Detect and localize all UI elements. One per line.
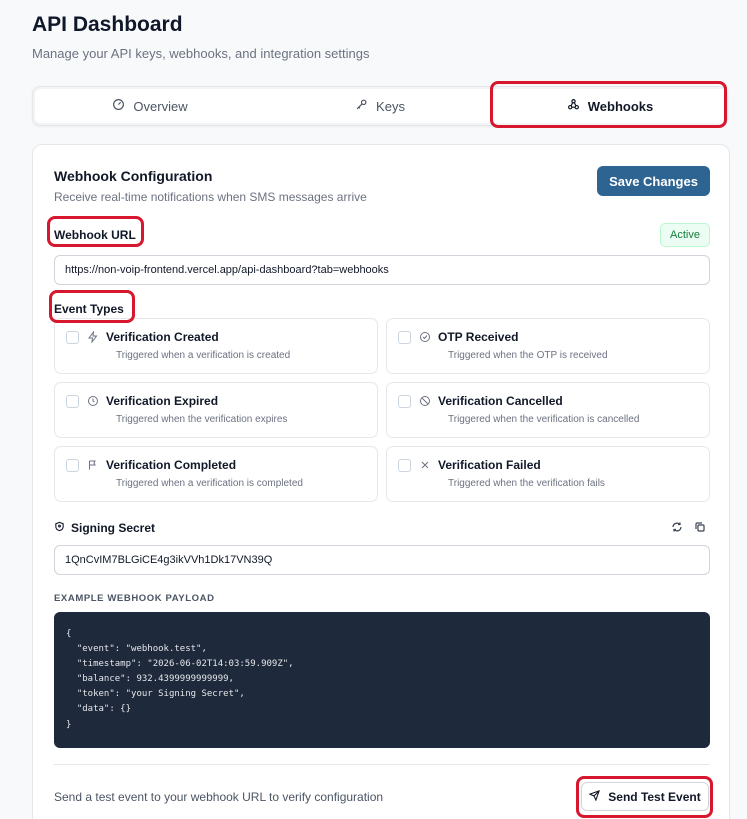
event-checkbox[interactable] xyxy=(398,459,411,472)
event-checkbox[interactable] xyxy=(66,459,79,472)
x-icon xyxy=(419,459,431,471)
card-title: Webhook Configuration xyxy=(54,168,213,184)
tab-overview-label: Overview xyxy=(133,98,188,114)
event-description: Triggered when a verification is complet… xyxy=(116,478,303,489)
event-description: Triggered when the verification is cance… xyxy=(448,414,640,425)
tab-webhooks[interactable]: Webhooks xyxy=(495,89,725,123)
payload-code-block: { "event": "webhook.test", "timestamp": … xyxy=(54,612,710,748)
save-changes-button[interactable]: Save Changes xyxy=(597,166,710,196)
signing-secret-input[interactable]: 1QnCvIM7BLGiCE4g3ikVVh1Dk17VN39Q xyxy=(54,545,710,575)
divider xyxy=(54,764,710,765)
flag-icon xyxy=(87,459,99,471)
clock-icon xyxy=(87,395,99,407)
webhook-config-card: Webhook Configuration Receive real-time … xyxy=(32,144,730,819)
event-name: OTP Received xyxy=(438,330,519,344)
event-verification-failed[interactable]: Verification Failed Triggered when the v… xyxy=(386,446,710,502)
tab-keys[interactable]: Keys xyxy=(265,89,495,123)
send-icon xyxy=(588,789,601,804)
event-types-label: Event Types xyxy=(54,302,124,316)
event-verification-completed[interactable]: Verification Completed Triggered when a … xyxy=(54,446,378,502)
copy-icon[interactable] xyxy=(694,521,708,535)
page-title: API Dashboard xyxy=(32,13,183,36)
event-types-grid: Verification Created Triggered when a ve… xyxy=(54,318,710,502)
page-subtitle: Manage your API keys, webhooks, and inte… xyxy=(32,46,370,61)
send-test-event-label: Send Test Event xyxy=(608,789,701,804)
webhook-url-label: Webhook URL xyxy=(54,228,136,242)
key-icon xyxy=(355,98,368,114)
payload-label: EXAMPLE WEBHOOK PAYLOAD xyxy=(54,593,215,604)
webhook-icon xyxy=(567,98,580,114)
ban-icon xyxy=(419,395,431,407)
send-test-event-button[interactable]: Send Test Event xyxy=(581,782,709,811)
signing-secret-text: Signing Secret xyxy=(71,521,156,535)
event-otp-received[interactable]: OTP Received Triggered when the OTP is r… xyxy=(386,318,710,374)
event-name: Verification Created xyxy=(106,330,219,344)
event-checkbox[interactable] xyxy=(66,395,79,408)
event-name: Verification Failed xyxy=(438,458,541,472)
refresh-icon[interactable] xyxy=(671,521,685,535)
shield-icon xyxy=(54,521,65,535)
event-description: Triggered when the verification expires xyxy=(116,414,288,425)
event-name: Verification Expired xyxy=(106,394,219,408)
check-circle-icon xyxy=(419,331,431,343)
event-checkbox[interactable] xyxy=(398,331,411,344)
tab-webhooks-label: Webhooks xyxy=(587,98,654,114)
tab-bar: Overview Keys Webhooks xyxy=(32,86,728,126)
card-description: Receive real-time notifications when SMS… xyxy=(54,190,367,204)
event-name: Verification Completed xyxy=(106,458,237,472)
gauge-icon xyxy=(112,98,125,114)
event-checkbox[interactable] xyxy=(66,331,79,344)
signing-secret-label: Signing Secret xyxy=(54,521,155,535)
event-checkbox[interactable] xyxy=(398,395,411,408)
event-verification-expired[interactable]: Verification Expired Triggered when the … xyxy=(54,382,378,438)
test-event-description: Send a test event to your webhook URL to… xyxy=(54,790,384,804)
event-description: Triggered when the OTP is received xyxy=(448,350,608,361)
status-badge: Active xyxy=(660,223,710,247)
tab-overview[interactable]: Overview xyxy=(35,89,265,123)
event-verification-created[interactable]: Verification Created Triggered when a ve… xyxy=(54,318,378,374)
event-verification-cancelled[interactable]: Verification Cancelled Triggered when th… xyxy=(386,382,710,438)
event-description: Triggered when the verification fails xyxy=(448,478,605,489)
bolt-icon xyxy=(87,331,99,343)
event-description: Triggered when a verification is created xyxy=(116,350,291,361)
webhook-url-input[interactable]: https://non-voip-frontend.vercel.app/api… xyxy=(54,255,710,285)
event-name: Verification Cancelled xyxy=(438,394,563,408)
tab-keys-label: Keys xyxy=(376,98,405,114)
